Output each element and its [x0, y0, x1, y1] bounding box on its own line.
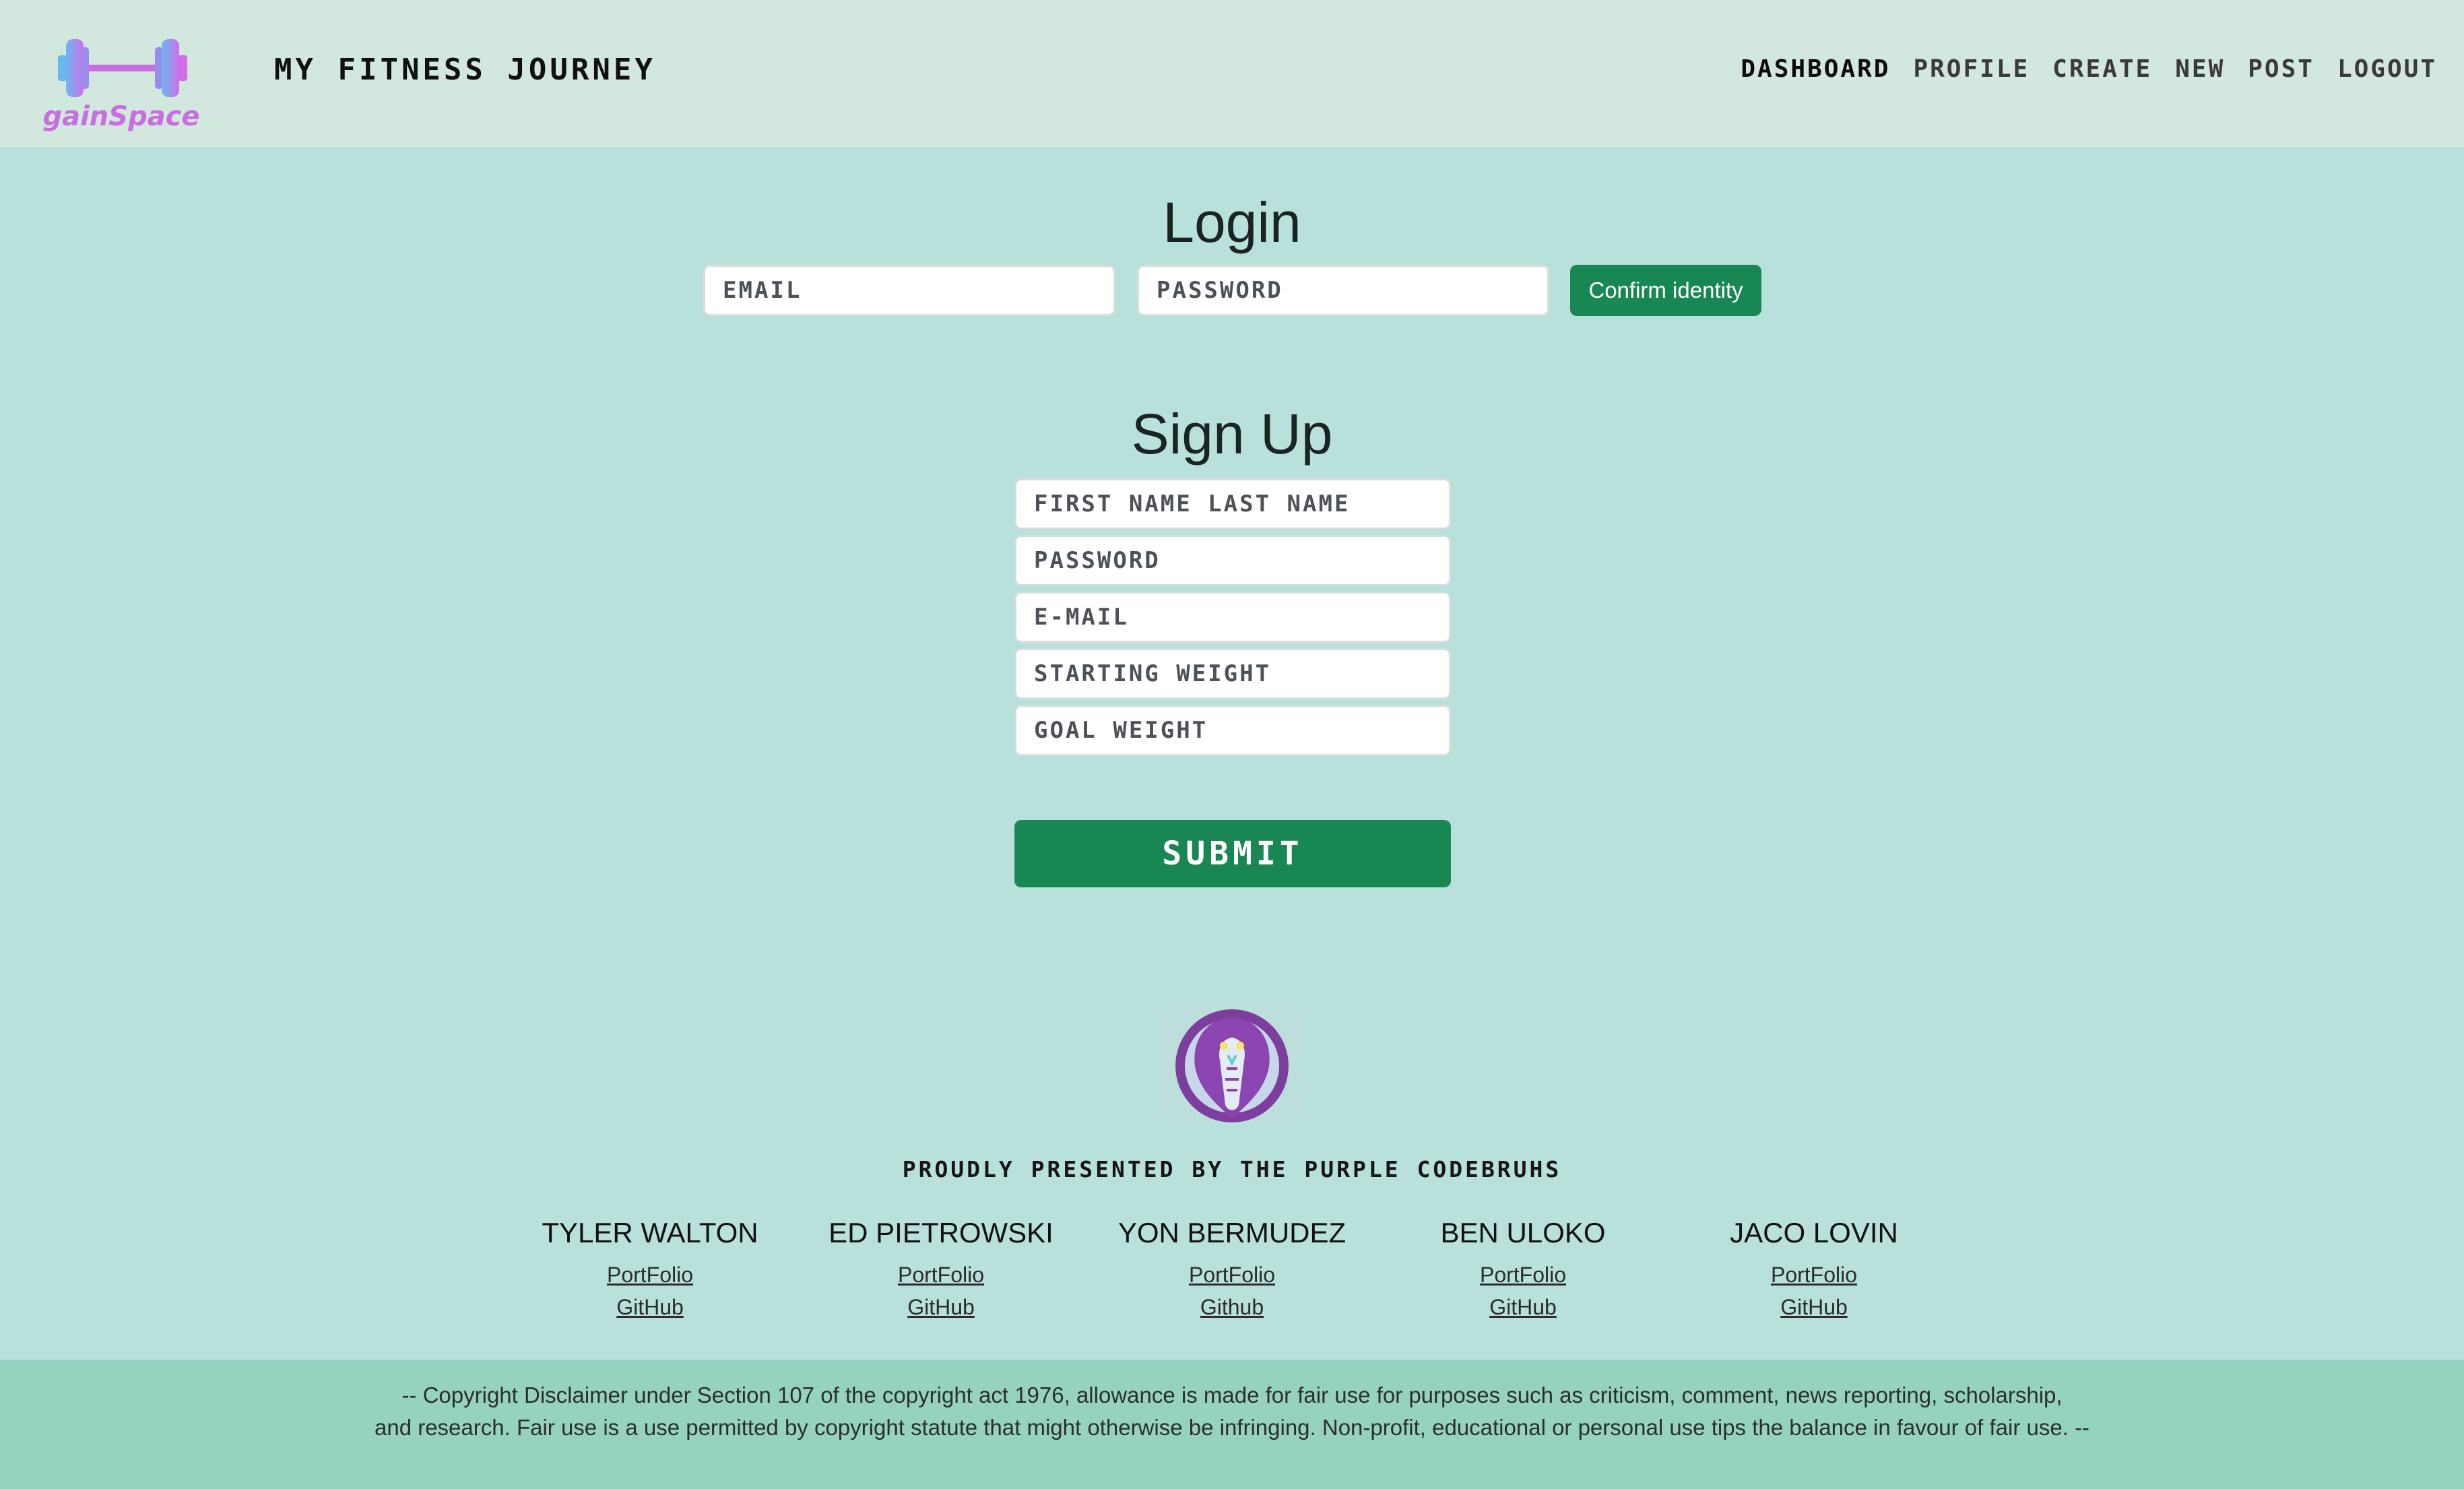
nav-profile[interactable]: PROFILE	[1913, 55, 2030, 83]
signup-password-input[interactable]	[1014, 535, 1451, 586]
member-name: ED PIETROWSKI	[829, 1217, 1053, 1248]
member-name: BEN ULOKO	[1440, 1217, 1606, 1248]
main-nav: DASHBOARD PROFILE CREATE NEW POST LOGOUT	[1741, 55, 2437, 83]
portfolio-link[interactable]: PortFolio	[1679, 1259, 1949, 1291]
signup-email-input[interactable]	[1014, 592, 1451, 643]
team-member: ED PIETROWSKI PortFolio GitHub	[806, 1217, 1076, 1323]
portfolio-link[interactable]: PortFolio	[806, 1259, 1076, 1291]
nav-create[interactable]: CREATE	[2052, 55, 2152, 83]
team-member: TYLER WALTON PortFolio GitHub	[515, 1217, 785, 1323]
github-link[interactable]: GitHub	[1679, 1291, 1949, 1323]
cobra-logo	[1163, 1004, 1301, 1125]
nav-logout[interactable]: LOGOUT	[2337, 55, 2437, 83]
portfolio-link[interactable]: PortFolio	[1388, 1259, 1658, 1291]
gainspace-logo[interactable]: gainSpace	[39, 32, 204, 133]
portfolio-link[interactable]: PortFolio	[1097, 1259, 1367, 1291]
github-link[interactable]: GitHub	[806, 1291, 1076, 1323]
login-email-input[interactable]	[703, 265, 1115, 316]
page-footer: -- Copyright Disclaimer under Section 10…	[0, 1360, 2464, 1489]
github-link[interactable]: GitHub	[515, 1291, 785, 1323]
svg-text:gainSpace: gainSpace	[42, 101, 199, 132]
portfolio-link[interactable]: PortFolio	[515, 1259, 785, 1291]
nav-dashboard[interactable]: DASHBOARD	[1741, 55, 1890, 83]
presented-by-text: PROUDLY PRESENTED BY THE PURPLE CODEBRUH…	[902, 1156, 1562, 1182]
signup-starting-weight-input[interactable]	[1014, 648, 1451, 699]
member-name: JACO LOVIN	[1730, 1217, 1898, 1248]
team-member: JACO LOVIN PortFolio GitHub	[1679, 1217, 1949, 1323]
nav-new[interactable]: NEW	[2175, 55, 2225, 83]
team-member: BEN ULOKO PortFolio GitHub	[1388, 1217, 1658, 1323]
signup-name-input[interactable]	[1014, 478, 1451, 530]
app-title: MY FITNESS JOURNEY	[274, 53, 656, 87]
github-link[interactable]: GitHub	[1388, 1291, 1658, 1323]
team-member: YON BERMUDEZ PortFolio Github	[1097, 1217, 1367, 1323]
signup-heading: Sign Up	[1131, 402, 1333, 466]
copyright-line-1: -- Copyright Disclaimer under Section 10…	[401, 1383, 2063, 1407]
member-name: YON BERMUDEZ	[1117, 1217, 1347, 1248]
submit-button[interactable]: SUBMIT	[1014, 820, 1451, 887]
copyright-line-2: and research. Fair use is a use permitte…	[374, 1415, 2089, 1440]
nav-post[interactable]: POST	[2248, 55, 2314, 83]
member-name: TYLER WALTON	[542, 1217, 758, 1248]
top-navbar: gainSpace MY FITNESS JOURNEY DASHBOARD P…	[0, 0, 2464, 148]
github-link[interactable]: Github	[1097, 1291, 1367, 1323]
login-heading: Login	[1163, 191, 1301, 254]
signup-goal-weight-input[interactable]	[1014, 705, 1451, 756]
login-password-input[interactable]	[1137, 265, 1549, 316]
confirm-identity-button[interactable]: Confirm identity	[1570, 265, 1761, 316]
